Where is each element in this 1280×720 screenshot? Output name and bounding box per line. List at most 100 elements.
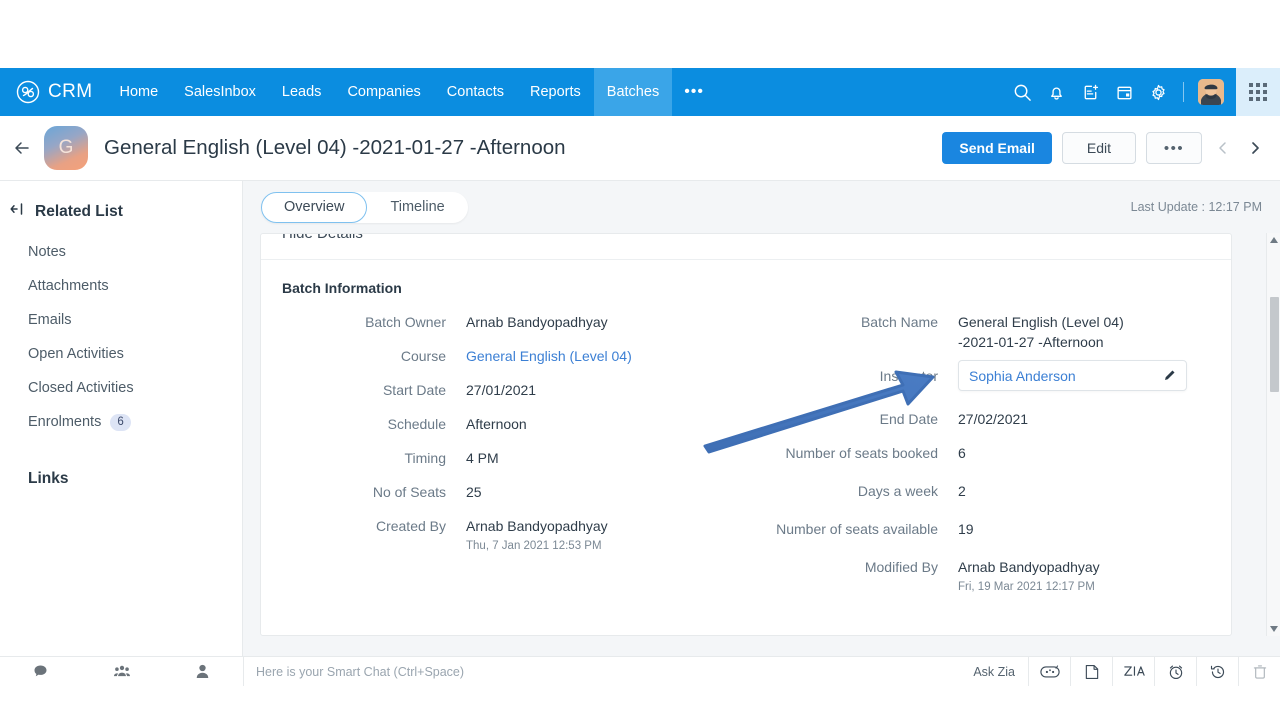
field-timing: Timing 4 PM <box>261 448 741 468</box>
add-note-icon[interactable] <box>1073 68 1107 116</box>
top-blank-area <box>0 0 1280 68</box>
nav-item-companies[interactable]: Companies <box>334 68 433 116</box>
back-arrow-icon[interactable] <box>0 138 44 158</box>
field-end-date: End Date 27/02/2021 <box>753 409 1231 429</box>
field-number-of-seats-booked: Number of seats booked 6 <box>753 443 1231 463</box>
content-vertical-scrollbar[interactable] <box>1266 233 1280 636</box>
field-value: 19 <box>958 521 974 537</box>
edit-button[interactable]: Edit <box>1061 132 1136 164</box>
alarm-clock-icon[interactable] <box>1154 656 1196 687</box>
nav-item-leads[interactable]: Leads <box>269 68 335 116</box>
search-icon[interactable] <box>1005 68 1039 116</box>
chat-bubble-icon[interactable] <box>0 664 81 679</box>
field-value: Arnab Bandyopadhyay <box>466 518 608 534</box>
field-label: Schedule <box>387 416 446 432</box>
related-list-sidebar: Related List Notes Attachments Emails Op… <box>0 181 243 656</box>
field-label: Number of seats available <box>776 521 938 537</box>
sidebar-item-notes[interactable]: Notes <box>0 235 242 269</box>
trash-icon[interactable] <box>1238 656 1280 687</box>
section-title-batch-information: Batch Information <box>282 280 402 296</box>
field-value: 2 <box>958 483 966 499</box>
nav-item-salesinbox[interactable]: SalesInbox <box>171 68 269 116</box>
tab-overview[interactable]: Overview <box>261 191 368 223</box>
sidebar-item-enrolments[interactable]: Enrolments 6 <box>0 405 242 439</box>
hide-details-row: Hide Details <box>261 234 1231 260</box>
smart-chat-input[interactable]: Here is your Smart Chat (Ctrl+Space) <box>243 656 960 687</box>
app-grid-button[interactable] <box>1236 68 1280 116</box>
notes-icon[interactable] <box>1070 656 1112 687</box>
grid-icon <box>1249 83 1267 101</box>
field-created-by: Created By Arnab Bandyopadhyay Thu, 7 Ja… <box>261 516 741 554</box>
gear-icon[interactable] <box>1141 68 1175 116</box>
sidebar-item-label: Attachments <box>28 278 109 294</box>
field-days-a-week: Days a week 2 <box>753 481 1231 501</box>
nav-item-home[interactable]: Home <box>106 68 171 116</box>
last-update-label: Last Update : 12:17 PM <box>1130 200 1262 214</box>
sidebar-item-attachments[interactable]: Attachments <box>0 269 242 303</box>
scroll-up-arrow-icon[interactable] <box>1267 233 1280 247</box>
field-value: 6 <box>958 445 966 461</box>
field-value: General English (Level 04) -2021-01-27 -… <box>958 314 1124 350</box>
collapse-panel-icon[interactable] <box>10 202 24 221</box>
field-schedule: Schedule Afternoon <box>261 414 741 434</box>
bell-icon[interactable] <box>1039 68 1073 116</box>
field-label: No of Seats <box>372 484 446 500</box>
group-icon[interactable] <box>81 664 162 679</box>
tabbar: Overview Timeline Last Update : 12:17 PM <box>243 181 1280 233</box>
field-start-date: Start Date 27/01/2021 <box>261 380 741 400</box>
field-subvalue: Thu, 7 Jan 2021 12:53 PM <box>466 540 602 552</box>
nav-item-batches[interactable]: Batches <box>593 68 673 116</box>
nav-item-contacts[interactable]: Contacts <box>434 68 517 116</box>
record-header: G General English (Level 04) -2021-01-27… <box>0 116 1280 181</box>
sidebar-section-links[interactable]: Links <box>0 470 242 488</box>
scrollbar-thumb[interactable] <box>1270 297 1279 392</box>
field-number-of-seats-available: Number of seats available 19 <box>753 519 1231 539</box>
ask-zia-label[interactable]: Ask Zia <box>960 665 1028 679</box>
field-value: 4 PM <box>466 450 499 466</box>
field-value-link[interactable]: General English (Level 04) <box>466 346 632 366</box>
batch-details-card: Hide Details Batch Information Batch Own… <box>260 233 1232 636</box>
sidebar-item-open-activities[interactable]: Open Activities <box>0 337 242 371</box>
field-value: 27/01/2021 <box>466 382 537 398</box>
sidebar-header: Related List <box>0 181 242 221</box>
history-icon[interactable] <box>1196 656 1238 687</box>
app-window: CRM Home SalesInbox Leads Companies Cont… <box>0 0 1280 720</box>
prev-record-chevron-left-icon[interactable] <box>1212 140 1234 156</box>
scroll-down-arrow-icon[interactable] <box>1267 622 1280 636</box>
sidebar-item-label: Emails <box>28 312 72 328</box>
record-more-button[interactable]: ••• <box>1146 132 1202 164</box>
field-label: Created By <box>375 518 446 534</box>
sidebar-item-emails[interactable]: Emails <box>0 303 242 337</box>
pencil-edit-icon[interactable] <box>1163 369 1176 382</box>
field-no-of-seats: No of Seats 25 <box>261 482 741 502</box>
field-label: Days a week <box>857 483 938 499</box>
nav-more-button[interactable]: ••• <box>672 68 716 116</box>
send-email-button[interactable]: Send Email <box>942 132 1052 164</box>
sidebar-title: Related List <box>35 202 123 220</box>
hide-details-button[interactable]: Hide Details <box>282 234 363 242</box>
left-field-column: Batch Owner Arnab Bandyopadhyay Course G… <box>261 312 741 568</box>
field-label: Batch Name <box>860 314 938 330</box>
field-label: Timing <box>404 450 447 466</box>
tab-timeline[interactable]: Timeline <box>367 192 467 223</box>
field-value: Arnab Bandyopadhyay <box>958 559 1100 575</box>
bottom-left-icons <box>0 657 243 687</box>
field-label: End Date <box>879 411 938 427</box>
sidebar-item-closed-activities[interactable]: Closed Activities <box>0 371 242 405</box>
crm-brand[interactable]: CRM <box>0 80 106 104</box>
field-instructor: Instructor Sophia Anderson <box>753 360 1231 391</box>
nav-item-reports[interactable]: Reports <box>517 68 594 116</box>
next-record-chevron-right-icon[interactable] <box>1244 140 1266 156</box>
record-avatar: G <box>44 126 88 170</box>
user-avatar[interactable] <box>1198 79 1224 105</box>
instructor-edit-box[interactable]: Sophia Anderson <box>958 360 1187 391</box>
zia-logo-icon[interactable] <box>1112 656 1154 687</box>
instructor-value-link[interactable]: Sophia Anderson <box>969 368 1076 384</box>
calendar-icon[interactable] <box>1107 68 1141 116</box>
field-label: Batch Owner <box>365 314 446 330</box>
zia-robot-icon[interactable] <box>1028 656 1070 687</box>
person-icon[interactable] <box>162 664 243 679</box>
sidebar-item-label: Closed Activities <box>28 380 134 396</box>
page-title: General English (Level 04) -2021-01-27 -… <box>104 136 566 159</box>
field-value: 27/02/2021 <box>958 411 1029 427</box>
